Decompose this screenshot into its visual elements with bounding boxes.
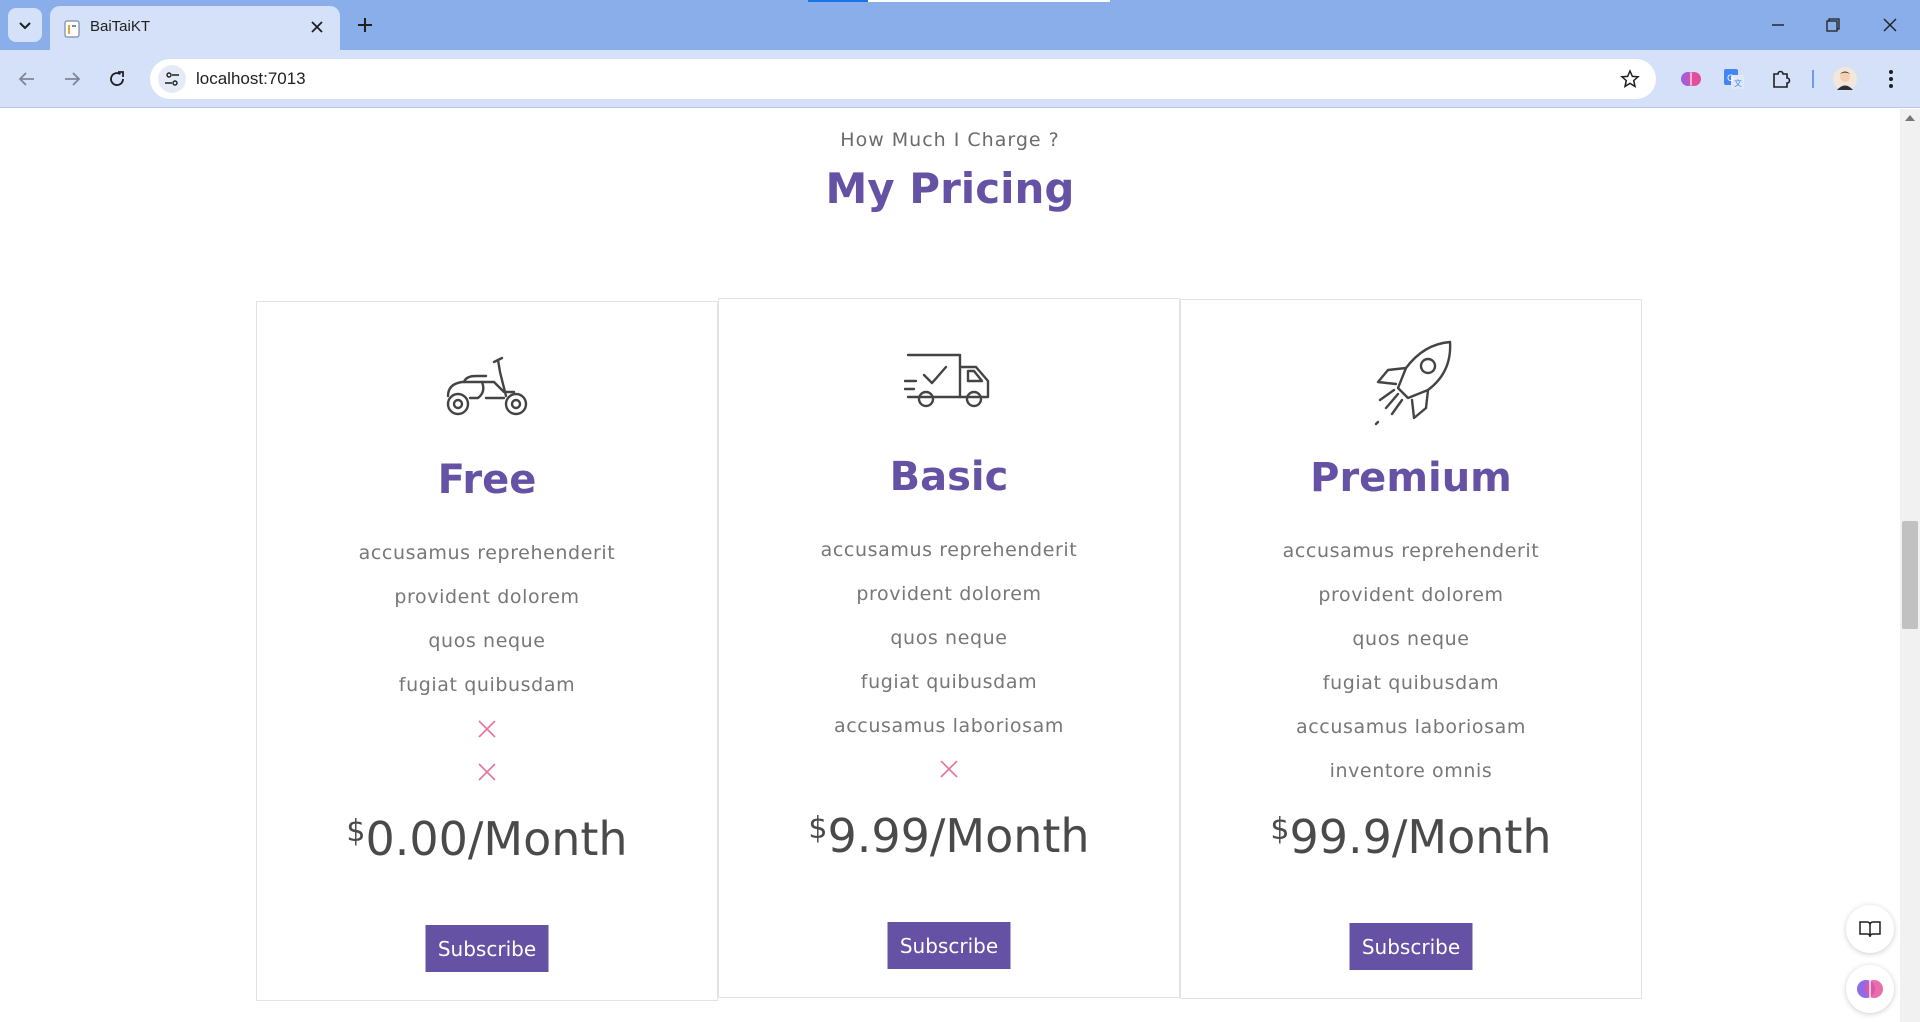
plan-feature: provident dolorem	[1318, 584, 1504, 606]
plan-feature: quos neque	[428, 630, 546, 652]
reload-button[interactable]	[100, 62, 134, 96]
puzzle-icon	[1773, 70, 1791, 88]
chevron-down-icon	[19, 22, 31, 30]
tune-icon	[165, 72, 179, 86]
loading-indicator-track	[868, 0, 1110, 2]
toolbar-separator	[1812, 70, 1814, 88]
scrollbar-thumb[interactable]	[1902, 521, 1918, 629]
reading-mode-button[interactable]	[1846, 905, 1894, 953]
plan-feature: quos neque	[1352, 628, 1470, 650]
pricing-card-free: Free accusamus reprehenderit provident d…	[256, 301, 718, 1001]
section-title: My Pricing	[825, 164, 1075, 213]
new-tab-button[interactable]	[352, 12, 378, 38]
delivery-truck-icon	[904, 353, 990, 408]
unavailable-x-icon	[478, 720, 496, 738]
restore-icon	[1826, 18, 1840, 32]
plan-price: $0.00/Month	[257, 812, 717, 866]
pricing-card-premium: Premium accusamus reprehenderit providen…	[1180, 299, 1642, 999]
close-icon	[1883, 18, 1897, 32]
profile-avatar-button[interactable]	[1830, 64, 1860, 94]
subscribe-button[interactable]: Subscribe	[1349, 923, 1473, 970]
plan-name: Premium	[1310, 455, 1512, 501]
plan-feature: accusamus reprehenderit	[1282, 540, 1540, 562]
window-close-button[interactable]	[1872, 10, 1908, 40]
plan-price: $9.99/Month	[719, 809, 1179, 863]
loading-indicator	[808, 0, 868, 2]
plan-feature: provident dolorem	[856, 583, 1042, 605]
extension-brain-button[interactable]	[1676, 64, 1706, 94]
subscribe-button[interactable]: Subscribe	[425, 925, 549, 972]
plan-feature: accusamus laboriosam	[1296, 716, 1526, 738]
price-value: 99.9/Month	[1289, 810, 1552, 864]
plus-icon	[358, 18, 372, 32]
plan-feature: fugiat quibusdam	[398, 674, 576, 696]
more-vertical-icon	[1889, 70, 1893, 88]
avatar-icon	[1833, 67, 1857, 91]
page-viewport: How Much I Charge ? My Pricing Free accu…	[0, 109, 1920, 1022]
plan-feature: inventore omnis	[1329, 760, 1493, 782]
browser-toolbar: localhost:7013 G文	[0, 50, 1920, 108]
tab-search-button[interactable]	[8, 8, 42, 42]
page-favicon-icon	[64, 20, 80, 38]
address-bar[interactable]: localhost:7013	[150, 59, 1656, 99]
plan-price: $99.9/Month	[1181, 810, 1641, 864]
plan-feature: fugiat quibusdam	[860, 671, 1038, 693]
page-scrollbar[interactable]	[1900, 109, 1920, 1022]
section-subtitle: How Much I Charge ?	[840, 129, 1060, 151]
price-value: 0.00/Month	[365, 812, 628, 866]
arrow-right-icon	[65, 72, 81, 86]
plan-feature: quos neque	[890, 627, 1008, 649]
subscribe-button[interactable]: Subscribe	[887, 922, 1011, 969]
unavailable-x-icon	[940, 760, 958, 778]
site-info-button[interactable]	[158, 65, 186, 93]
browser-tab-bar: BaiTaiKT	[0, 0, 1920, 50]
arrow-left-icon	[18, 72, 34, 86]
currency-symbol: $	[1270, 812, 1290, 847]
forward-button[interactable]	[55, 62, 89, 96]
plan-name: Basic	[889, 454, 1009, 500]
brain-icon	[1857, 980, 1883, 998]
reload-icon	[110, 71, 124, 86]
extension-translate-button[interactable]: G文	[1719, 64, 1749, 94]
close-icon	[311, 21, 323, 33]
unavailable-x-icon	[478, 763, 496, 781]
bookmark-button[interactable]	[1618, 67, 1642, 91]
url-text[interactable]: localhost:7013	[196, 69, 306, 89]
plan-feature: accusamus reprehenderit	[358, 542, 616, 564]
rocket-icon	[1374, 340, 1452, 426]
price-value: 9.99/Month	[827, 809, 1090, 863]
svg-text:文: 文	[1734, 78, 1742, 88]
brain-icon	[1681, 72, 1701, 86]
extensions-button[interactable]	[1766, 64, 1796, 94]
back-button[interactable]	[10, 62, 44, 96]
minimize-icon	[1772, 24, 1784, 26]
plan-feature: provident dolorem	[394, 586, 580, 608]
scroll-up-arrow-icon[interactable]	[1905, 115, 1915, 121]
browser-tab[interactable]: BaiTaiKT	[50, 6, 340, 50]
star-icon	[1620, 69, 1640, 88]
plan-feature: fugiat quibusdam	[1322, 672, 1500, 694]
restore-button[interactable]	[1815, 10, 1851, 40]
tab-title: BaiTaiKT	[90, 18, 151, 35]
currency-symbol: $	[808, 811, 828, 846]
currency-symbol: $	[346, 814, 366, 849]
tab-close-button[interactable]	[306, 16, 328, 38]
svg-text:G: G	[1727, 74, 1734, 84]
translate-icon: G文	[1724, 69, 1744, 89]
plan-name: Free	[437, 457, 537, 503]
plan-feature: accusamus reprehenderit	[820, 539, 1078, 561]
browser-menu-button[interactable]	[1876, 64, 1906, 94]
plan-feature: accusamus laboriosam	[834, 715, 1064, 737]
book-icon	[1859, 921, 1881, 938]
ai-assistant-button[interactable]	[1846, 965, 1894, 1013]
minimize-button[interactable]	[1760, 10, 1796, 40]
pricing-card-basic: Basic accusamus reprehenderit provident …	[718, 298, 1180, 998]
scooter-icon	[446, 356, 528, 416]
